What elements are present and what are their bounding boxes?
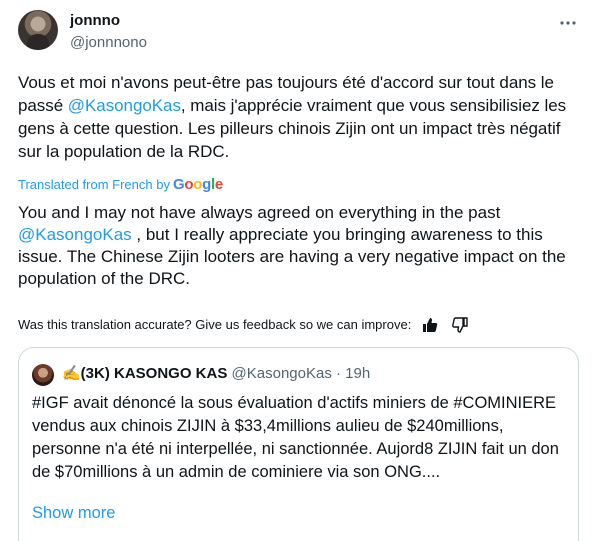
author-handle[interactable]: @jonnnono bbox=[70, 34, 147, 52]
quoted-tweet-header: ✍️(3K) KASONGO KAS @KasongoKas · 19h bbox=[62, 364, 370, 384]
quoted-author-handle-time: @KasongoKas · 19h bbox=[231, 365, 371, 382]
thumbs-up-icon bbox=[423, 318, 438, 332]
thumbs-down-icon bbox=[452, 317, 469, 333]
thumbs-down-button[interactable] bbox=[449, 316, 471, 334]
original-mention-link[interactable]: @KasongoKas bbox=[68, 96, 181, 115]
tweet-original-text: Vous et moi n'avons peut-être pas toujou… bbox=[18, 71, 583, 163]
author-display-name[interactable]: jonnno bbox=[70, 12, 120, 30]
translation-text-part1: You and I may not have always agreed on … bbox=[18, 203, 501, 222]
quoted-author-name[interactable]: ✍️(3K) KASONGO KAS bbox=[62, 365, 227, 382]
translation-mention-link[interactable]: @KasongoKas bbox=[18, 225, 132, 244]
quoted-tweet-text: #IGF avait dénoncé la sous évaluation d'… bbox=[32, 394, 559, 481]
tweet-translation-text: You and I may not have always agreed on … bbox=[18, 202, 583, 290]
thumbs-up-button[interactable] bbox=[419, 316, 441, 334]
show-more-link[interactable]: Show more bbox=[32, 502, 115, 524]
google-logo: Google bbox=[172, 176, 223, 193]
translated-by-line[interactable]: Translated from French by Google bbox=[18, 176, 223, 194]
translated-from-label: Translated from French by bbox=[18, 177, 170, 192]
quoted-tweet[interactable]: ✍️(3K) KASONGO KAS @KasongoKas · 19h #IG… bbox=[18, 347, 579, 541]
tweet: jonnno @jonnnono Vous et moi n'avons peu… bbox=[0, 0, 595, 541]
quoted-author-avatar[interactable] bbox=[32, 364, 54, 386]
author-avatar[interactable] bbox=[18, 10, 58, 50]
feedback-prompt: Was this translation accurate? Give us f… bbox=[18, 317, 412, 332]
more-options-button[interactable] bbox=[555, 10, 581, 36]
more-icon bbox=[560, 21, 576, 25]
translation-feedback: Was this translation accurate? Give us f… bbox=[18, 316, 471, 334]
